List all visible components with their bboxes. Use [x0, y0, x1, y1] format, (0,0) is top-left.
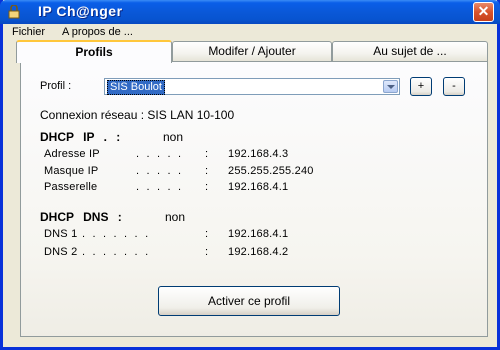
tab-au-sujet-de[interactable]: Au sujet de ...: [332, 41, 488, 61]
gateway-colon: :: [205, 181, 209, 193]
chevron-down-icon[interactable]: [383, 80, 398, 93]
add-profile-button[interactable]: +: [410, 77, 432, 96]
tab-profils[interactable]: Profils: [16, 40, 172, 63]
dns2-dots: . . . . . . .: [82, 246, 149, 258]
close-button[interactable]: ✕: [473, 2, 494, 22]
tab-modifier-ajouter[interactable]: Modifer / Ajouter: [172, 41, 332, 61]
app-icon: [8, 5, 20, 19]
dns2-label: DNS 2: [44, 246, 78, 258]
ip-address-value: 192.168.4.3: [228, 148, 289, 160]
menu-fichier[interactable]: Fichier: [12, 24, 45, 40]
ip-mask-dots: . . . . .: [136, 165, 182, 177]
window-title: IP Ch@nger: [38, 3, 123, 19]
menu-bar: Fichier A propos de ...: [3, 24, 497, 40]
ip-mask-value: 255.255.255.240: [228, 165, 314, 177]
ip-address-colon: :: [205, 148, 209, 160]
gateway-label: Passerelle: [44, 181, 98, 193]
dns1-value: 192.168.4.1: [228, 228, 289, 240]
network-connection-text: Connexion réseau : SIS LAN 10-100: [40, 108, 235, 122]
profile-label: Profil :: [40, 80, 72, 92]
dhcp-dns-value: non: [165, 210, 186, 224]
activate-profile-button[interactable]: Activer ce profil: [158, 286, 340, 316]
gateway-dots: . . . . .: [136, 181, 182, 193]
remove-profile-button[interactable]: -: [443, 77, 465, 96]
dhcp-ip-heading: DHCP IP . :: [40, 130, 121, 144]
dns1-label: DNS 1: [44, 228, 78, 240]
dns2-colon: :: [205, 246, 209, 258]
dns1-colon: :: [205, 228, 209, 240]
dns2-value: 192.168.4.2: [228, 246, 289, 258]
profile-selected-value: SIS Boulot: [107, 80, 165, 95]
dhcp-dns-heading: DHCP DNS :: [40, 210, 122, 224]
ip-mask-label: Masque IP: [44, 165, 99, 177]
title-bar[interactable]: IP Ch@nger ✕: [0, 0, 500, 24]
ip-address-label: Adresse IP: [44, 148, 100, 160]
ip-address-dots: . . . . .: [136, 148, 182, 160]
profile-select[interactable]: SIS Boulot: [104, 78, 400, 95]
ip-mask-colon: :: [205, 165, 209, 177]
dns1-dots: . . . . . . .: [82, 228, 149, 240]
menu-a-propos[interactable]: A propos de ...: [62, 24, 133, 40]
dhcp-ip-value: non: [163, 130, 184, 144]
gateway-value: 192.168.4.1: [228, 181, 289, 193]
